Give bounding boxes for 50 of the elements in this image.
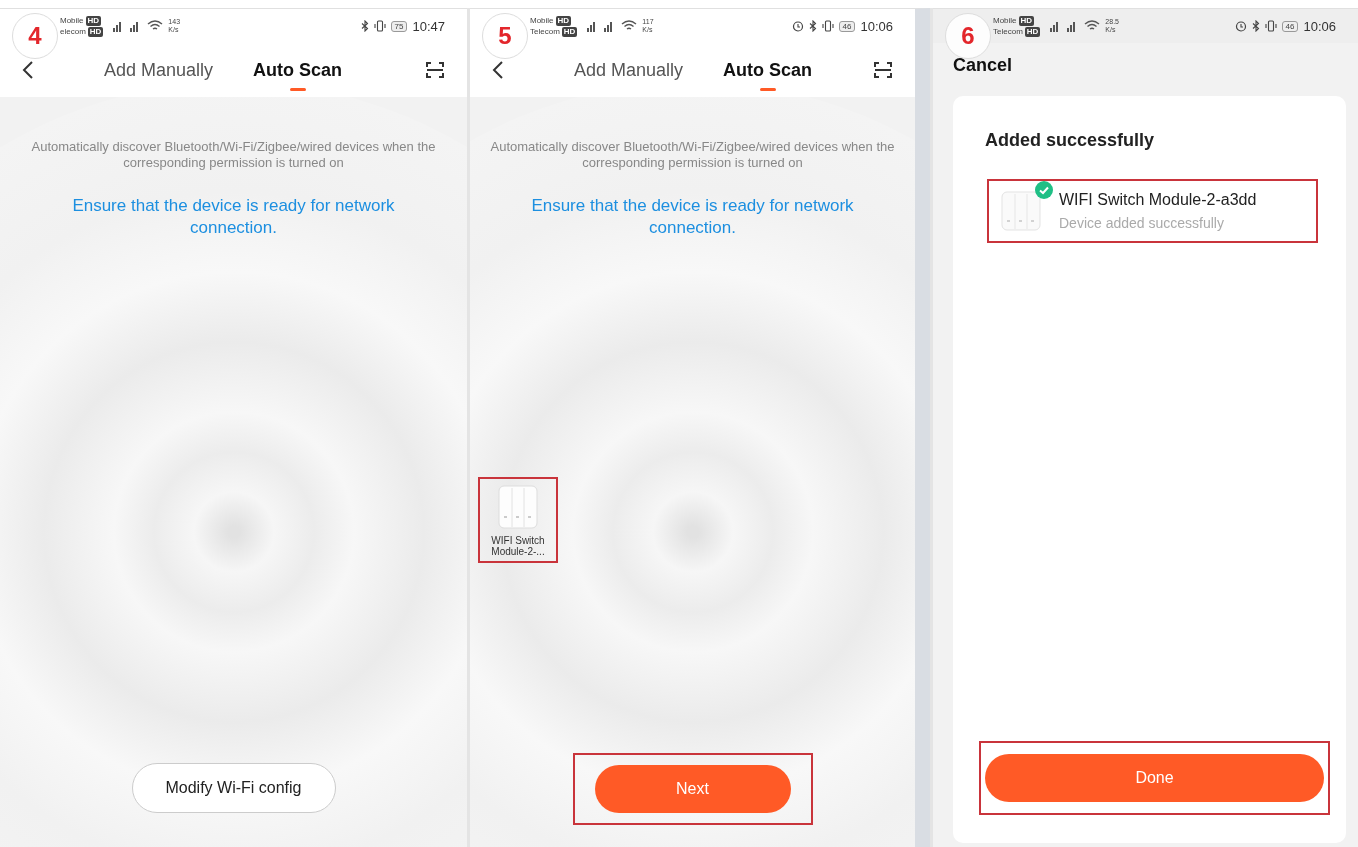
clock-time: 10:06 [1303,18,1336,34]
scan-icon[interactable] [873,60,893,80]
battery-indicator: 75 [390,20,408,32]
tab[interactable]: Auto Scan [253,49,343,91]
scan-icon[interactable] [425,60,445,80]
back-icon[interactable] [22,60,34,80]
clock-time: 10:06 [860,18,893,34]
carrier-name: Mobile [60,15,84,26]
battery-indicator: 46 [1281,20,1299,32]
notice-text: Ensure that the device is ready for network connection. [530,195,855,239]
switch-icon [498,485,538,529]
hint-text: Automatically discover Bluetooth/Wi-Fi/Zigbee/wired devices when the corresponding permission is turned on [30,139,437,171]
carrier-name: Telecom [993,26,1023,37]
wifi-icon [147,20,164,32]
vibrate-icon [821,20,834,32]
clock-time: 10:47 [412,18,445,34]
card-title: Added successfully [984,130,1156,151]
bluetooth-icon [1251,20,1260,32]
device-name: WIFI Switch Module-2-a3dd [1059,191,1257,209]
hint-text: Automatically discover Bluetooth/Wi-Fi/Zigbee/wired devices when the corresponding permission is turned on [489,139,896,171]
hd-badge: HD [1018,15,1035,26]
carrier-name: elecom [60,26,86,37]
bluetooth-icon [808,20,817,32]
hd-badge: HD [87,26,104,37]
alarm-clock-icon [791,20,804,32]
action-button[interactable]: Modify Wi-Fi config [131,763,336,813]
carrier-name: Telecom [530,26,560,37]
tab[interactable]: Add Manually [574,49,684,91]
vibrate-icon [373,20,386,32]
switch-icon [1001,191,1041,231]
wifi-icon [1084,20,1101,32]
device-status: Device added successfully [1059,215,1225,231]
hd-badge: HD [85,15,102,26]
tab[interactable]: Auto Scan [723,49,813,91]
carrier-name: Mobile [530,15,554,26]
vibrate-icon [1264,20,1277,32]
carrier-name: Mobile [993,15,1017,26]
hd-badge: HD [561,26,578,37]
hd-badge: HD [555,15,572,26]
alarm-clock-icon [1234,20,1247,32]
hd-badge: HD [1024,26,1041,37]
battery-indicator: 46 [838,20,856,32]
back-icon[interactable] [492,60,504,80]
notice-text: Ensure that the device is ready for network connection. [71,195,396,239]
device-row[interactable]: WIFI Switch Module-2-a3dd Device added successfully [987,179,1318,243]
found-device[interactable]: WIFI Switch Module-2-... [478,477,558,563]
device-label: WIFI Switch Module-2-... [490,535,546,557]
bluetooth-icon [360,20,369,32]
tab[interactable]: Add Manually [104,49,214,91]
wifi-icon [621,20,638,32]
